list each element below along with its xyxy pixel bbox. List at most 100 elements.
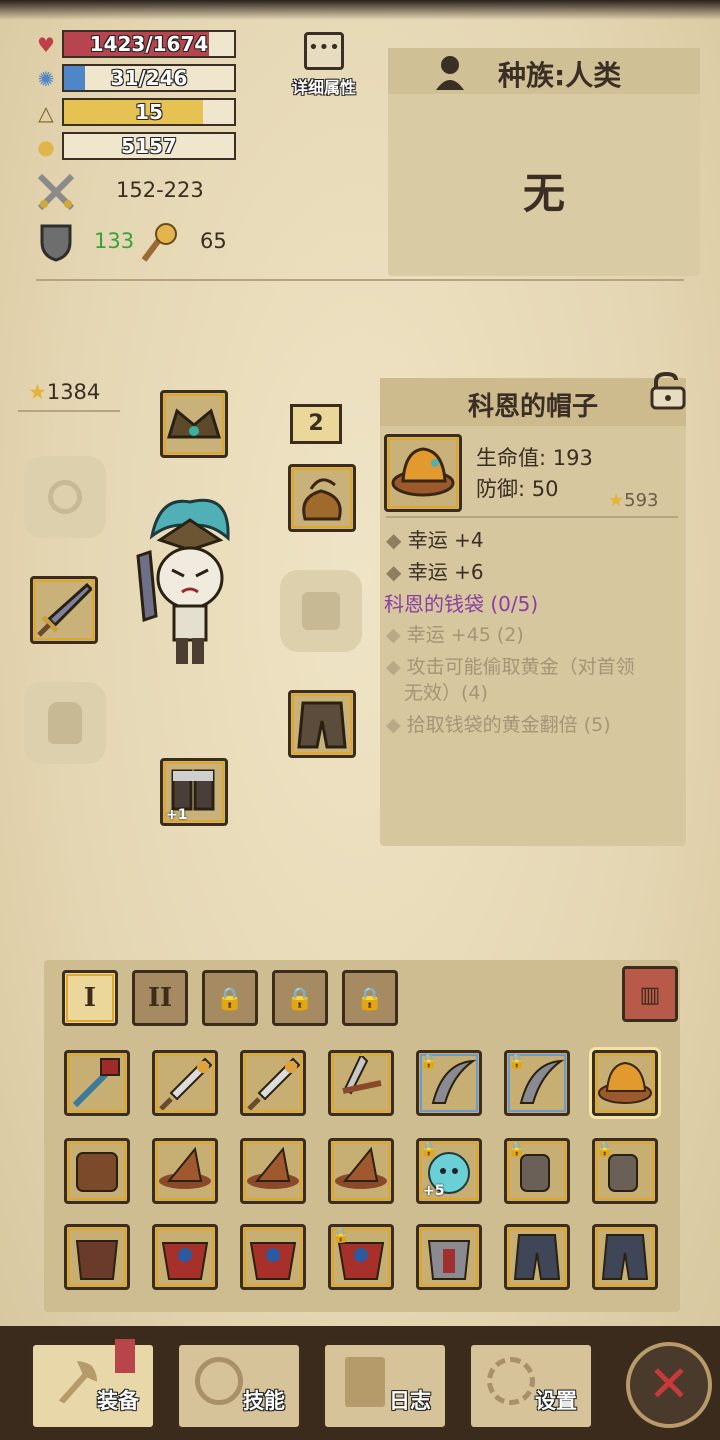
inventory-slot[interactable] bbox=[504, 1224, 570, 1290]
helmet-slot[interactable] bbox=[160, 390, 228, 458]
inventory-slot[interactable] bbox=[64, 1138, 130, 1204]
pants-slot[interactable] bbox=[288, 690, 356, 758]
pouch-icon bbox=[302, 478, 342, 521]
tab-page-3-locked[interactable]: 🔒 bbox=[202, 970, 258, 1026]
info-divider bbox=[386, 516, 678, 518]
set-name: 科恩的钱袋 (0/5) bbox=[384, 592, 539, 616]
close-button[interactable]: ✕ bbox=[626, 1342, 712, 1428]
set-bonus-3: ◆ 拾取钱袋的黄金翻倍 (5) bbox=[386, 714, 611, 736]
inventory-slot[interactable] bbox=[152, 1050, 218, 1116]
bookmark-icon bbox=[115, 1339, 135, 1373]
crossed-swords-icon bbox=[37, 173, 75, 211]
inventory-slot[interactable] bbox=[152, 1224, 218, 1290]
boots-slot[interactable]: +1 bbox=[160, 758, 228, 826]
gloves-slot-empty[interactable] bbox=[24, 682, 106, 764]
gold-text: 5157 bbox=[121, 134, 177, 158]
hat-icon bbox=[391, 447, 455, 497]
nav-equip-button[interactable]: 装备 bbox=[30, 1339, 156, 1430]
nav-skills-label: 技能 bbox=[243, 1389, 285, 1413]
tab-page-2[interactable]: II bbox=[132, 970, 188, 1026]
inventory-slot[interactable] bbox=[64, 1050, 130, 1116]
inventory-slot[interactable] bbox=[64, 1224, 130, 1290]
inventory-slot[interactable] bbox=[328, 1138, 394, 1204]
skill-nav-icon bbox=[195, 1357, 243, 1405]
armor-icon bbox=[76, 1152, 118, 1192]
pet-upgrade-label: +5 bbox=[423, 1183, 445, 1199]
lock-icon: 🔒 bbox=[356, 986, 384, 1012]
ring-slot-empty[interactable] bbox=[24, 456, 106, 538]
detail-attributes-button[interactable]: ••• 详细属性 bbox=[286, 30, 362, 100]
lock-icon: 🔒 bbox=[508, 1054, 526, 1070]
book-icon bbox=[345, 1357, 385, 1407]
spear-icon bbox=[159, 1057, 213, 1111]
mana-row: ✺ 31/246 bbox=[34, 64, 244, 94]
boots-upgrade-label: +1 bbox=[166, 807, 188, 823]
tab-page-5-locked[interactable]: 🔒 bbox=[342, 970, 398, 1026]
pants-icon bbox=[601, 1234, 649, 1280]
level-text: 15 bbox=[135, 100, 163, 124]
set-bonus-2: ◆ 攻击可能偷取黄金（对首领 bbox=[386, 656, 635, 678]
set-count-badge: 2 bbox=[290, 404, 342, 444]
inventory-slot[interactable] bbox=[592, 1224, 658, 1290]
item-hp: 生命值: 193 bbox=[476, 446, 593, 470]
gold-coins-icon: ● bbox=[37, 135, 55, 159]
item-name: 科恩的帽子 bbox=[467, 392, 598, 422]
inventory-slot[interactable] bbox=[240, 1224, 306, 1290]
lock-icon: 🔒 bbox=[286, 986, 314, 1012]
inventory-slot[interactable]: 🔒 bbox=[416, 1050, 482, 1116]
witch-hat-icon bbox=[159, 1146, 211, 1189]
hat-icon bbox=[598, 1061, 652, 1104]
nav-equip-label: 装备 bbox=[97, 1389, 139, 1413]
gear-score: ★1384 bbox=[28, 380, 100, 404]
tab-page-1[interactable]: I bbox=[62, 970, 118, 1026]
set-bonus-2-cont: 无效）(4) bbox=[404, 682, 488, 704]
hp-bar: 1423/1674 bbox=[62, 30, 236, 58]
mana-bar: 31/246 bbox=[62, 64, 236, 92]
inventory-slot[interactable] bbox=[328, 1050, 394, 1116]
inventory-slot[interactable]: 🔒 +5 bbox=[416, 1138, 482, 1204]
inventory-slot[interactable] bbox=[416, 1224, 482, 1290]
trash-button[interactable]: ▥ bbox=[622, 966, 678, 1022]
weapon-slot[interactable] bbox=[30, 576, 98, 644]
red-armor-icon bbox=[249, 1242, 297, 1280]
red-armor-icon bbox=[161, 1242, 209, 1280]
defense-value: 133 bbox=[94, 229, 135, 253]
inventory-slot[interactable]: 🔒 bbox=[504, 1050, 570, 1116]
item-attr-1: ◆ 幸运 +4 bbox=[386, 528, 484, 552]
inventory-slot[interactable] bbox=[240, 1138, 306, 1204]
top-divider bbox=[36, 279, 684, 281]
heart-icon: ♥ bbox=[37, 33, 55, 57]
shield-icon bbox=[40, 224, 72, 262]
item-star-icon: ★ bbox=[608, 490, 625, 511]
gear-score-value: 1384 bbox=[46, 380, 101, 404]
item-preview bbox=[384, 434, 462, 512]
pants-icon bbox=[513, 1234, 561, 1280]
inventory-slot-selected[interactable] bbox=[592, 1050, 658, 1116]
nav-skills-button[interactable]: 技能 bbox=[176, 1342, 302, 1430]
lock-icon: 🔒 bbox=[420, 1054, 438, 1070]
tab-page-4-locked[interactable]: 🔒 bbox=[272, 970, 328, 1026]
spear-icon bbox=[247, 1057, 301, 1111]
star-icon: ★ bbox=[28, 380, 47, 404]
set-bonus-1: ◆ 幸运 +45 (2) bbox=[386, 624, 524, 646]
level-bar: 15 bbox=[62, 98, 236, 126]
inventory-slot[interactable]: 🔒 bbox=[328, 1224, 394, 1290]
inventory-slot[interactable] bbox=[240, 1050, 306, 1116]
mana-text: 31/246 bbox=[110, 66, 188, 90]
unlock-icon[interactable] bbox=[648, 371, 688, 410]
race-panel: 种族:人类 无 bbox=[388, 48, 700, 276]
nav-log-button[interactable]: 日志 bbox=[322, 1342, 448, 1430]
nav-settings-button[interactable]: 设置 bbox=[468, 1342, 594, 1430]
lock-icon: 🔒 bbox=[420, 1142, 438, 1158]
plate-armor-icon bbox=[427, 1240, 471, 1280]
amulet-slot[interactable] bbox=[288, 464, 356, 532]
inventory-slot[interactable]: 🔒 bbox=[504, 1138, 570, 1204]
attack-value: 152-223 bbox=[116, 178, 204, 202]
nav-log-label: 日志 bbox=[389, 1389, 431, 1413]
item-score: ★593 bbox=[608, 490, 659, 511]
armor-slot-empty[interactable] bbox=[280, 570, 362, 652]
race-title: 种族:人类 bbox=[498, 59, 622, 92]
inventory-slot[interactable] bbox=[152, 1138, 218, 1204]
hp-row: ♥ 1423/1674 bbox=[34, 30, 244, 60]
inventory-slot[interactable]: 🔒 bbox=[592, 1138, 658, 1204]
